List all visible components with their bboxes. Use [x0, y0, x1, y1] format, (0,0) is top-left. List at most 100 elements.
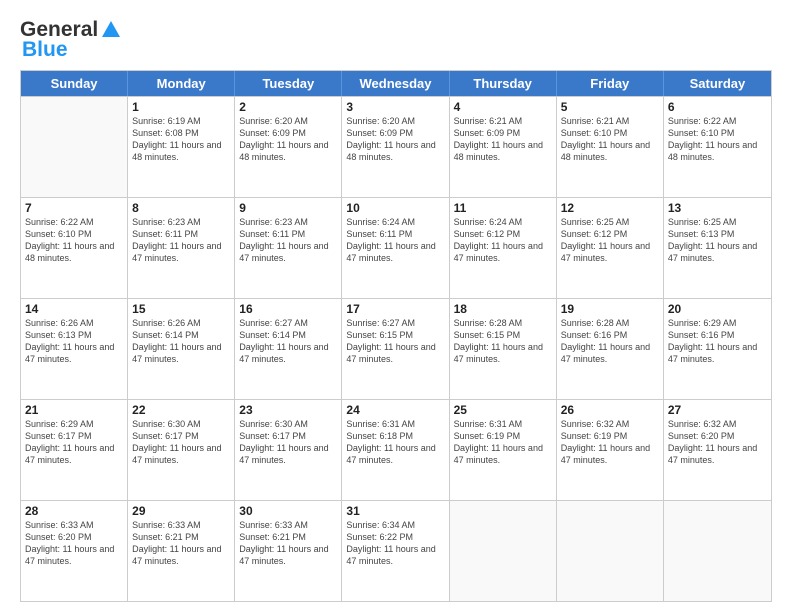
calendar: SundayMondayTuesdayWednesdayThursdayFrid… [20, 70, 772, 602]
calendar-cell: 21Sunrise: 6:29 AMSunset: 6:17 PMDayligh… [21, 400, 128, 500]
day-info: Sunrise: 6:33 AMSunset: 6:20 PMDaylight:… [25, 519, 123, 568]
weekday-header: Friday [557, 71, 664, 96]
weekday-header: Wednesday [342, 71, 449, 96]
day-number: 6 [668, 100, 767, 114]
calendar-cell: 25Sunrise: 6:31 AMSunset: 6:19 PMDayligh… [450, 400, 557, 500]
day-info: Sunrise: 6:23 AMSunset: 6:11 PMDaylight:… [132, 216, 230, 265]
weekday-header: Saturday [664, 71, 771, 96]
calendar-cell [21, 97, 128, 197]
calendar-cell: 31Sunrise: 6:34 AMSunset: 6:22 PMDayligh… [342, 501, 449, 601]
day-number: 21 [25, 403, 123, 417]
day-info: Sunrise: 6:27 AMSunset: 6:15 PMDaylight:… [346, 317, 444, 366]
calendar-cell: 30Sunrise: 6:33 AMSunset: 6:21 PMDayligh… [235, 501, 342, 601]
day-number: 31 [346, 504, 444, 518]
calendar-header: SundayMondayTuesdayWednesdayThursdayFrid… [21, 71, 771, 96]
day-number: 4 [454, 100, 552, 114]
day-number: 27 [668, 403, 767, 417]
day-info: Sunrise: 6:23 AMSunset: 6:11 PMDaylight:… [239, 216, 337, 265]
calendar-cell: 20Sunrise: 6:29 AMSunset: 6:16 PMDayligh… [664, 299, 771, 399]
day-number: 7 [25, 201, 123, 215]
calendar-cell: 26Sunrise: 6:32 AMSunset: 6:19 PMDayligh… [557, 400, 664, 500]
calendar-cell [664, 501, 771, 601]
day-number: 14 [25, 302, 123, 316]
weekday-header: Sunday [21, 71, 128, 96]
day-number: 5 [561, 100, 659, 114]
day-number: 8 [132, 201, 230, 215]
day-info: Sunrise: 6:30 AMSunset: 6:17 PMDaylight:… [132, 418, 230, 467]
calendar-cell [557, 501, 664, 601]
day-info: Sunrise: 6:24 AMSunset: 6:11 PMDaylight:… [346, 216, 444, 265]
day-number: 2 [239, 100, 337, 114]
calendar-cell: 29Sunrise: 6:33 AMSunset: 6:21 PMDayligh… [128, 501, 235, 601]
day-info: Sunrise: 6:25 AMSunset: 6:12 PMDaylight:… [561, 216, 659, 265]
calendar-cell: 2Sunrise: 6:20 AMSunset: 6:09 PMDaylight… [235, 97, 342, 197]
day-number: 1 [132, 100, 230, 114]
day-number: 12 [561, 201, 659, 215]
calendar-cell: 19Sunrise: 6:28 AMSunset: 6:16 PMDayligh… [557, 299, 664, 399]
logo-icon [100, 19, 122, 41]
calendar-cell: 22Sunrise: 6:30 AMSunset: 6:17 PMDayligh… [128, 400, 235, 500]
day-info: Sunrise: 6:33 AMSunset: 6:21 PMDaylight:… [239, 519, 337, 568]
calendar-cell: 7Sunrise: 6:22 AMSunset: 6:10 PMDaylight… [21, 198, 128, 298]
calendar-cell: 3Sunrise: 6:20 AMSunset: 6:09 PMDaylight… [342, 97, 449, 197]
calendar-cell: 9Sunrise: 6:23 AMSunset: 6:11 PMDaylight… [235, 198, 342, 298]
calendar-body: 1Sunrise: 6:19 AMSunset: 6:08 PMDaylight… [21, 96, 771, 601]
day-info: Sunrise: 6:26 AMSunset: 6:13 PMDaylight:… [25, 317, 123, 366]
day-info: Sunrise: 6:26 AMSunset: 6:14 PMDaylight:… [132, 317, 230, 366]
calendar-row: 1Sunrise: 6:19 AMSunset: 6:08 PMDaylight… [21, 96, 771, 197]
calendar-cell: 5Sunrise: 6:21 AMSunset: 6:10 PMDaylight… [557, 97, 664, 197]
day-info: Sunrise: 6:27 AMSunset: 6:14 PMDaylight:… [239, 317, 337, 366]
calendar-cell: 18Sunrise: 6:28 AMSunset: 6:15 PMDayligh… [450, 299, 557, 399]
day-number: 19 [561, 302, 659, 316]
day-info: Sunrise: 6:32 AMSunset: 6:19 PMDaylight:… [561, 418, 659, 467]
day-info: Sunrise: 6:32 AMSunset: 6:20 PMDaylight:… [668, 418, 767, 467]
day-number: 26 [561, 403, 659, 417]
calendar-row: 21Sunrise: 6:29 AMSunset: 6:17 PMDayligh… [21, 399, 771, 500]
day-number: 29 [132, 504, 230, 518]
day-info: Sunrise: 6:29 AMSunset: 6:16 PMDaylight:… [668, 317, 767, 366]
day-info: Sunrise: 6:34 AMSunset: 6:22 PMDaylight:… [346, 519, 444, 568]
day-info: Sunrise: 6:28 AMSunset: 6:16 PMDaylight:… [561, 317, 659, 366]
day-info: Sunrise: 6:28 AMSunset: 6:15 PMDaylight:… [454, 317, 552, 366]
calendar-cell: 24Sunrise: 6:31 AMSunset: 6:18 PMDayligh… [342, 400, 449, 500]
header: General Blue [20, 18, 772, 62]
calendar-row: 7Sunrise: 6:22 AMSunset: 6:10 PMDaylight… [21, 197, 771, 298]
calendar-row: 28Sunrise: 6:33 AMSunset: 6:20 PMDayligh… [21, 500, 771, 601]
day-info: Sunrise: 6:22 AMSunset: 6:10 PMDaylight:… [668, 115, 767, 164]
calendar-cell: 4Sunrise: 6:21 AMSunset: 6:09 PMDaylight… [450, 97, 557, 197]
calendar-cell: 6Sunrise: 6:22 AMSunset: 6:10 PMDaylight… [664, 97, 771, 197]
day-number: 16 [239, 302, 337, 316]
weekday-header: Monday [128, 71, 235, 96]
page: General Blue SundayMondayTuesdayWednesda… [0, 0, 792, 612]
day-number: 25 [454, 403, 552, 417]
day-number: 24 [346, 403, 444, 417]
day-info: Sunrise: 6:24 AMSunset: 6:12 PMDaylight:… [454, 216, 552, 265]
calendar-cell: 16Sunrise: 6:27 AMSunset: 6:14 PMDayligh… [235, 299, 342, 399]
calendar-cell: 11Sunrise: 6:24 AMSunset: 6:12 PMDayligh… [450, 198, 557, 298]
calendar-cell: 17Sunrise: 6:27 AMSunset: 6:15 PMDayligh… [342, 299, 449, 399]
calendar-cell: 8Sunrise: 6:23 AMSunset: 6:11 PMDaylight… [128, 198, 235, 298]
calendar-cell: 23Sunrise: 6:30 AMSunset: 6:17 PMDayligh… [235, 400, 342, 500]
calendar-cell [450, 501, 557, 601]
day-number: 17 [346, 302, 444, 316]
day-number: 28 [25, 504, 123, 518]
weekday-header: Tuesday [235, 71, 342, 96]
day-number: 22 [132, 403, 230, 417]
day-info: Sunrise: 6:22 AMSunset: 6:10 PMDaylight:… [25, 216, 123, 265]
day-info: Sunrise: 6:20 AMSunset: 6:09 PMDaylight:… [239, 115, 337, 164]
day-number: 10 [346, 201, 444, 215]
day-number: 9 [239, 201, 337, 215]
day-info: Sunrise: 6:31 AMSunset: 6:18 PMDaylight:… [346, 418, 444, 467]
calendar-cell: 10Sunrise: 6:24 AMSunset: 6:11 PMDayligh… [342, 198, 449, 298]
day-info: Sunrise: 6:21 AMSunset: 6:09 PMDaylight:… [454, 115, 552, 164]
day-info: Sunrise: 6:20 AMSunset: 6:09 PMDaylight:… [346, 115, 444, 164]
day-info: Sunrise: 6:33 AMSunset: 6:21 PMDaylight:… [132, 519, 230, 568]
calendar-row: 14Sunrise: 6:26 AMSunset: 6:13 PMDayligh… [21, 298, 771, 399]
day-info: Sunrise: 6:30 AMSunset: 6:17 PMDaylight:… [239, 418, 337, 467]
day-number: 11 [454, 201, 552, 215]
calendar-cell: 28Sunrise: 6:33 AMSunset: 6:20 PMDayligh… [21, 501, 128, 601]
calendar-cell: 12Sunrise: 6:25 AMSunset: 6:12 PMDayligh… [557, 198, 664, 298]
day-info: Sunrise: 6:25 AMSunset: 6:13 PMDaylight:… [668, 216, 767, 265]
day-info: Sunrise: 6:21 AMSunset: 6:10 PMDaylight:… [561, 115, 659, 164]
day-number: 13 [668, 201, 767, 215]
